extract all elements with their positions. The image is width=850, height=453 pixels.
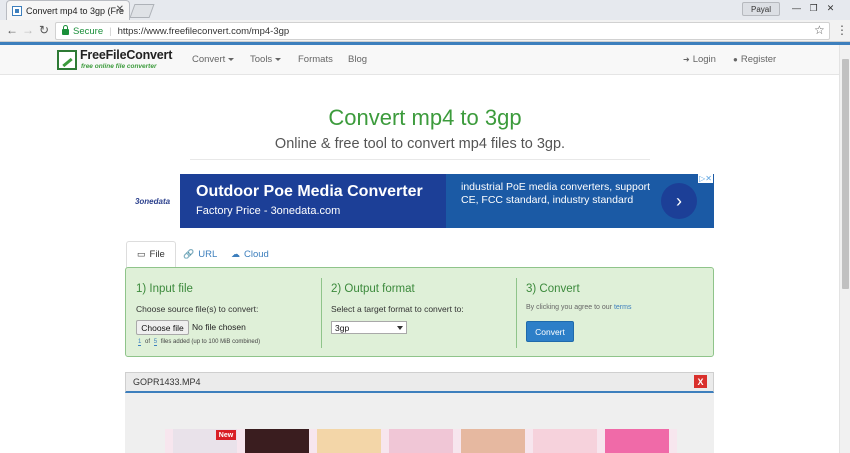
user-icon: ● xyxy=(733,55,738,64)
forward-icon[interactable]: → xyxy=(22,23,34,37)
counter-text: files added (up to 100 MiB combined) xyxy=(160,339,261,345)
selected-format: 3gp xyxy=(335,322,350,333)
link-icon: 🔗 xyxy=(183,249,195,259)
address-toolbar: ← → ↻ Secure | https://www.freefileconve… xyxy=(0,20,850,42)
step2-heading: 2) Output format xyxy=(331,283,415,295)
new-badge: New xyxy=(216,430,236,440)
logo-tagline: free online file converter xyxy=(81,63,157,70)
nav-formats[interactable]: Formats xyxy=(298,54,333,65)
tab-url[interactable]: 🔗 URL xyxy=(173,241,227,268)
nav-login[interactable]: ➜ Login xyxy=(683,54,716,65)
choose-file-button[interactable]: Choose file xyxy=(136,320,189,335)
step1-heading: 1) Input file xyxy=(136,283,193,295)
tab-cloud[interactable]: ☁ Cloud xyxy=(221,241,279,268)
ad-product-image xyxy=(605,429,669,453)
nav-register[interactable]: ● Register xyxy=(733,54,776,65)
ad-title[interactable]: Outdoor Poe Media Converter xyxy=(196,183,423,201)
nav-tools-label: Tools xyxy=(250,54,273,65)
ad-brand-logo: 3onedata xyxy=(125,174,180,228)
url-text: https://www.freefileconvert.com/mp4-3gp xyxy=(117,25,290,37)
file-counter: 1 of 5 files added (up to 100 MiB combin… xyxy=(136,339,261,346)
ad-product-image xyxy=(245,429,309,453)
step-convert: 3) Convert By clicking you agree to our … xyxy=(516,268,713,356)
step3-heading: 3) Convert xyxy=(526,283,580,295)
counter-of: of xyxy=(145,339,151,345)
ad-product-image xyxy=(461,429,525,453)
ad-arrow-icon[interactable]: › xyxy=(661,183,697,219)
ad-banner[interactable]: 3onedata Outdoor Poe Media Converter Fac… xyxy=(125,174,714,228)
tab-file[interactable]: ▭ File xyxy=(126,241,176,268)
site-favicon-icon xyxy=(12,5,22,16)
counter-max: 5 xyxy=(153,339,158,346)
site-navbar: FreeFileConvert free online file convert… xyxy=(0,45,850,75)
logo-title: FreeFileConvert xyxy=(80,48,173,62)
reload-icon[interactable]: ↻ xyxy=(39,23,49,37)
source-tabs: ▭ File 🔗 URL ☁ Cloud xyxy=(125,241,714,268)
product-ad-banner[interactable] xyxy=(165,429,677,453)
tab-url-label: URL xyxy=(198,249,218,260)
step-output: 2) Output format Select a target format … xyxy=(321,268,516,356)
convert-panel: 1) Input file Choose source file(s) to c… xyxy=(125,267,714,357)
page-subtitle: Online & free tool to convert mp4 files … xyxy=(274,136,566,152)
ad-product-image xyxy=(317,429,381,453)
dropdown-arrow-icon xyxy=(397,326,403,330)
new-tab-button[interactable] xyxy=(129,4,155,18)
address-separator: | xyxy=(109,25,112,37)
output-format-select[interactable]: 3gp xyxy=(331,321,407,334)
login-icon: ➜ xyxy=(683,55,690,64)
close-window-icon[interactable]: ✕ xyxy=(823,1,838,15)
site-logo[interactable]: FreeFileConvert free online file convert… xyxy=(57,48,173,72)
ad-product-image xyxy=(533,429,597,453)
step1-label: Choose source file(s) to convert: xyxy=(136,304,259,314)
nav-login-label: Login xyxy=(692,54,716,65)
browser-tabstrip: Convert mp4 to 3gp (Fre ✕ Payal — ❐ ✕ xyxy=(0,0,850,20)
profile-button[interactable]: Payal xyxy=(742,2,780,16)
tab-cloud-label: Cloud xyxy=(244,249,269,260)
page-title: Convert mp4 to 3gp xyxy=(328,105,522,130)
nav-blog[interactable]: Blog xyxy=(348,54,367,65)
nav-tools[interactable]: Tools xyxy=(250,54,282,65)
back-icon[interactable]: ← xyxy=(6,23,18,37)
tab-close-icon[interactable]: ✕ xyxy=(116,4,124,15)
minimize-icon[interactable]: — xyxy=(789,1,804,15)
queued-file-name: GOPR1433.MP4 xyxy=(133,377,201,387)
nav-convert[interactable]: Convert xyxy=(192,54,235,65)
nav-convert-label: Convert xyxy=(192,54,226,65)
tab-title: Convert mp4 to 3gp (Fre xyxy=(26,5,125,16)
agree-text: By clicking you agree to our terms xyxy=(526,304,631,311)
ad-description: industrial PoE media converters, support… xyxy=(461,181,651,206)
step-input: 1) Input file Choose source file(s) to c… xyxy=(126,268,321,356)
profile-name: Payal xyxy=(750,4,771,14)
page-scrollbar[interactable] xyxy=(839,45,850,453)
lock-icon xyxy=(62,25,69,35)
ad-subtitle: Factory Price - 3onedata.com xyxy=(196,205,341,217)
remove-file-button[interactable]: X xyxy=(694,375,707,388)
ad-product-image xyxy=(389,429,453,453)
convert-button[interactable]: Convert xyxy=(526,321,574,342)
no-file-text: No file chosen xyxy=(192,322,246,332)
cloud-icon: ☁ xyxy=(231,249,240,259)
browser-tab[interactable]: Convert mp4 to 3gp (Fre ✕ xyxy=(6,0,130,20)
step2-label: Select a target format to convert to: xyxy=(331,304,464,314)
terms-link[interactable]: terms xyxy=(614,304,632,311)
counter-current: 1 xyxy=(138,339,142,346)
logo-mark-icon xyxy=(57,50,77,70)
ad-choices-icon[interactable]: ▷✕ xyxy=(698,174,713,183)
menu-icon[interactable]: ⋮ xyxy=(836,23,848,37)
nav-register-label: Register xyxy=(740,54,777,65)
caret-down-icon xyxy=(275,57,282,61)
monitor-icon: ▭ xyxy=(137,249,146,259)
address-bar[interactable]: Secure | https://www.freefileconvert.com… xyxy=(55,22,830,40)
caret-down-icon xyxy=(228,57,235,61)
page-content: Convert mp4 to 3gp Online & free tool to… xyxy=(0,75,850,453)
divider xyxy=(190,159,650,160)
tab-file-label: File xyxy=(149,249,165,260)
restore-icon[interactable]: ❐ xyxy=(806,1,821,15)
star-icon[interactable]: ☆ xyxy=(814,23,825,37)
queued-file-row: GOPR1433.MP4 X xyxy=(125,372,714,393)
scrollbar-thumb[interactable] xyxy=(842,59,849,289)
agree-prefix: By clicking you agree to our xyxy=(526,304,612,311)
secure-label: Secure xyxy=(73,25,104,37)
